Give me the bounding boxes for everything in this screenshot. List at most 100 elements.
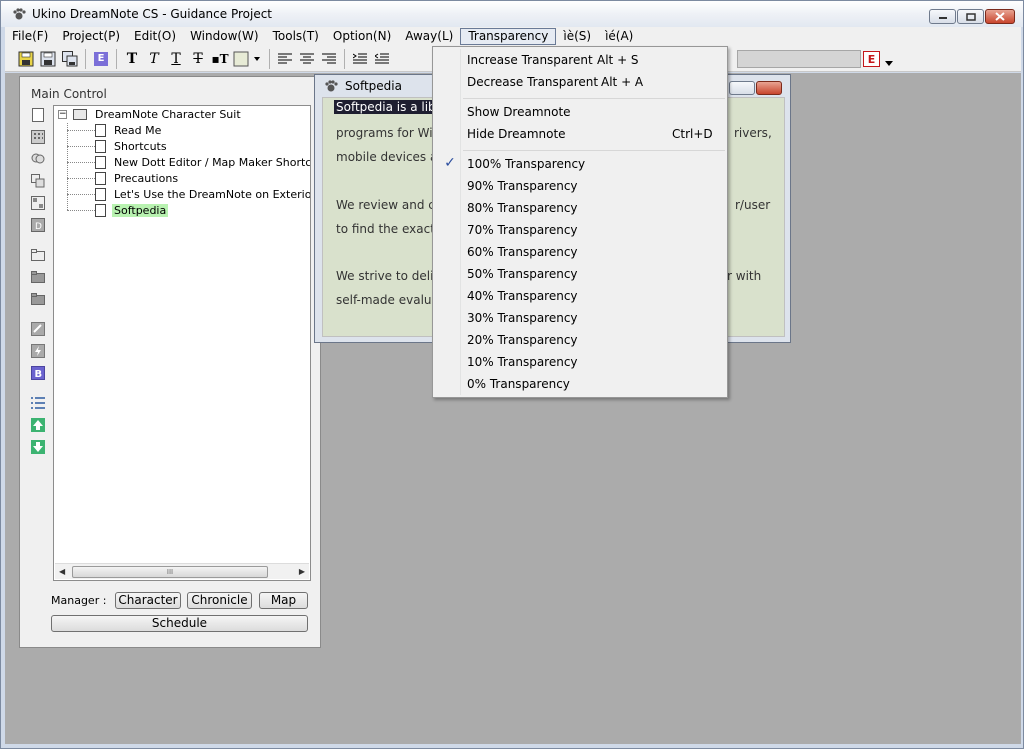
e-dropdown-arrow[interactable]	[885, 55, 893, 69]
menu-transparency-40[interactable]: 40% Transparency	[467, 285, 717, 307]
strikethrough-button[interactable]: T	[187, 48, 209, 70]
menu-edit[interactable]: Edit(O)	[127, 28, 183, 45]
menu-s[interactable]: ìè(S)	[556, 28, 598, 45]
chat-icon[interactable]	[30, 151, 46, 167]
chronicle-button[interactable]: Chronicle	[187, 592, 252, 609]
align-center-button[interactable]	[296, 48, 318, 70]
menu-transparency-60[interactable]: 60% Transparency	[467, 241, 717, 263]
align-right-icon	[322, 53, 336, 63]
scroll-thumb[interactable]: III	[72, 566, 268, 578]
menu-transparency-10[interactable]: 10% Transparency	[467, 351, 717, 373]
new-page-icon[interactable]	[30, 107, 46, 123]
edit-e-button[interactable]: E	[90, 48, 112, 70]
character-button[interactable]: Character	[115, 592, 181, 609]
color-picker-button[interactable]	[231, 48, 265, 70]
menu-show-dreamnote[interactable]: Show Dreamnote	[467, 101, 717, 123]
menu-tools[interactable]: Tools(T)	[266, 28, 326, 45]
link-icon[interactable]	[30, 321, 46, 337]
menu-increase-transparent[interactable]: Increase Transparent Alt + S	[467, 49, 717, 71]
menu-transparency-20[interactable]: 20% Transparency	[467, 329, 717, 351]
d-badge-icon[interactable]: D	[30, 217, 46, 233]
tree-item[interactable]: New Dott Editor / Map Maker Shortcuts	[95, 154, 311, 170]
indent-button[interactable]	[349, 48, 371, 70]
menu-transparency-70[interactable]: 70% Transparency	[467, 219, 717, 241]
menu-project[interactable]: Project(P)	[55, 28, 127, 45]
tree-item-label: New Dott Editor / Map Maker Shortcuts	[114, 155, 311, 169]
save-all-button[interactable]	[59, 48, 81, 70]
menu-item-label: 10% Transparency	[467, 355, 578, 369]
save-button[interactable]	[15, 48, 37, 70]
map-button[interactable]: Map	[259, 592, 308, 609]
project-tree[interactable]: − DreamNote Character Suit Read Me Short…	[53, 105, 311, 581]
menu-a[interactable]: ìé(A)	[598, 28, 640, 45]
tree-item[interactable]: Read Me	[95, 122, 163, 138]
tree-item[interactable]: Let's Use the DreamNote on Exterior Com	[95, 186, 310, 202]
title-bar[interactable]: Ukino DreamNote CS - Guidance Project	[1, 1, 1023, 27]
menu-away[interactable]: Away(L)	[398, 28, 460, 45]
italic-button[interactable]: T	[143, 48, 165, 70]
note-maximize-button[interactable]	[729, 81, 755, 95]
note-close-button[interactable]	[756, 81, 782, 95]
align-left-icon	[278, 53, 292, 63]
menu-item-shortcut: Alt + S	[597, 53, 639, 67]
minimize-button[interactable]	[929, 9, 956, 24]
paw-app-icon	[11, 6, 27, 22]
tree-item-label: Precautions	[114, 171, 179, 185]
flash-icon[interactable]	[30, 343, 46, 359]
tree-root[interactable]: − DreamNote Character Suit	[58, 106, 243, 122]
menu-item-label: 0% Transparency	[467, 377, 570, 391]
menu-transparency-0[interactable]: 0% Transparency	[467, 373, 717, 395]
paw-note-icon	[323, 78, 339, 94]
tree-line	[67, 123, 68, 210]
bold-button[interactable]: T	[121, 48, 143, 70]
e-button[interactable]: E	[863, 51, 880, 67]
arrow-up-icon[interactable]	[30, 417, 46, 433]
b-badge-icon[interactable]: B	[30, 365, 46, 381]
horizontal-scrollbar[interactable]: ◀ III ▶	[55, 563, 309, 579]
svg-text:D: D	[35, 222, 42, 232]
scroll-left-icon[interactable]: ◀	[59, 567, 65, 576]
menu-window[interactable]: Window(W)	[183, 28, 266, 45]
list-icon[interactable]	[30, 395, 46, 411]
menu-item-label: 70% Transparency	[467, 223, 578, 237]
menu-hide-dreamnote[interactable]: Hide Dreamnote Ctrl+D	[467, 123, 717, 145]
scroll-right-icon[interactable]: ▶	[299, 567, 305, 576]
menu-file[interactable]: File(F)	[5, 28, 55, 45]
toolbar-separator	[269, 48, 270, 69]
document-icon	[95, 155, 106, 169]
folder-closed-icon[interactable]	[30, 291, 46, 307]
copy-icon[interactable]	[30, 173, 46, 189]
menu-separator	[463, 98, 725, 99]
maximize-button[interactable]	[957, 9, 984, 24]
menu-transparency[interactable]: Transparency	[460, 28, 557, 45]
checkmark-icon: ✓	[444, 155, 456, 171]
document-icon	[95, 171, 106, 185]
menu-transparency-80[interactable]: 80% Transparency	[467, 197, 717, 219]
menu-transparency-50[interactable]: 50% Transparency	[467, 263, 717, 285]
save-as-button[interactable]	[37, 48, 59, 70]
italic-t-icon: T	[149, 50, 159, 67]
tree-item-label: Softpedia	[112, 203, 169, 217]
grid-icon[interactable]	[30, 129, 46, 145]
toolbar-text-field[interactable]	[737, 50, 861, 68]
align-right-button[interactable]	[318, 48, 340, 70]
font-size-button[interactable]: ▪T	[209, 48, 231, 70]
tree-item-selected[interactable]: Softpedia	[95, 202, 169, 218]
menu-transparency-90[interactable]: 90% Transparency	[467, 175, 717, 197]
close-button[interactable]	[985, 9, 1015, 24]
folder-open-icon[interactable]	[30, 247, 46, 263]
menu-transparency-100[interactable]: 100% Transparency	[467, 153, 717, 175]
menu-transparency-30[interactable]: 30% Transparency	[467, 307, 717, 329]
schedule-button[interactable]: Schedule	[51, 615, 308, 632]
collapse-icon[interactable]: −	[58, 109, 67, 119]
arrow-down-icon[interactable]	[30, 439, 46, 455]
menu-decrease-transparent[interactable]: Decrease Transparent Alt + A	[467, 71, 717, 93]
outdent-button[interactable]	[371, 48, 393, 70]
align-left-button[interactable]	[274, 48, 296, 70]
folder-icon[interactable]	[30, 269, 46, 285]
checker-icon[interactable]	[30, 195, 46, 211]
tree-item[interactable]: Shortcuts	[95, 138, 169, 154]
tree-item[interactable]: Precautions	[95, 170, 180, 186]
underline-button[interactable]: T	[165, 48, 187, 70]
menu-option[interactable]: Option(N)	[326, 28, 398, 45]
